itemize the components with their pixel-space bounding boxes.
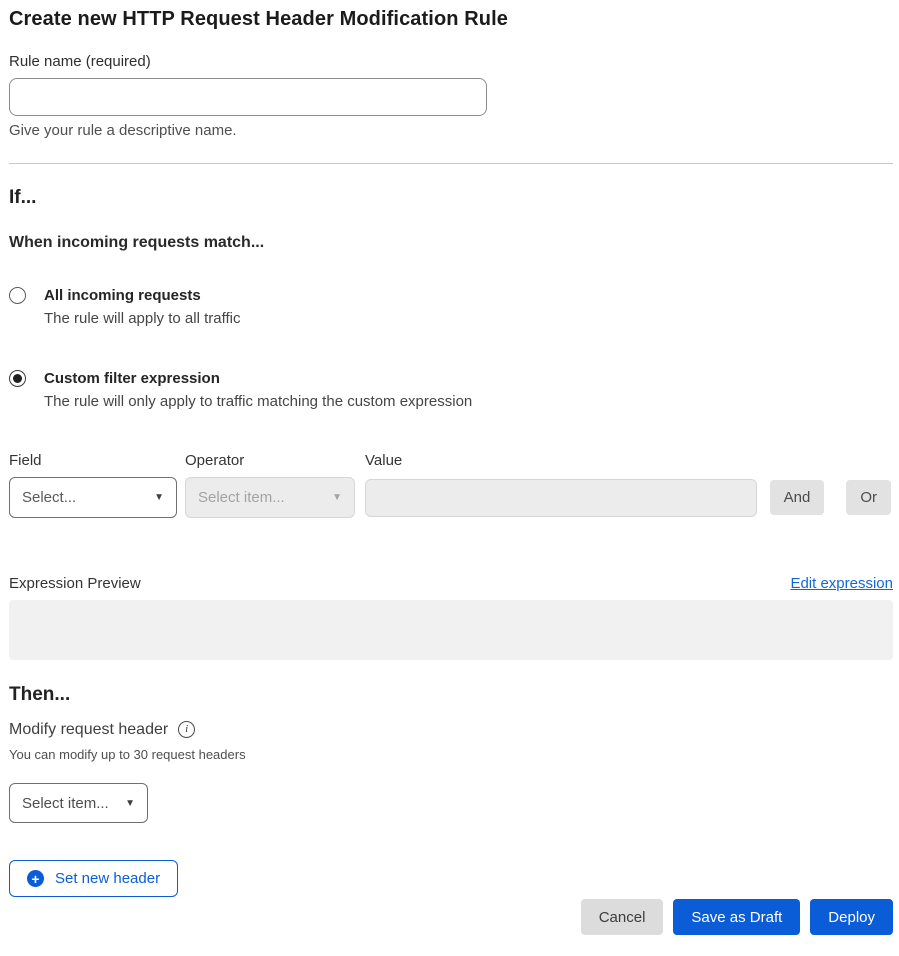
- chevron-down-icon: ▼: [154, 492, 164, 503]
- if-heading: If...: [9, 186, 893, 210]
- or-button[interactable]: Or: [846, 480, 891, 515]
- operator-select-value: Select item...: [198, 489, 285, 506]
- set-new-header-button[interactable]: + Set new header: [9, 860, 178, 897]
- modify-request-header-label: Modify request header: [9, 719, 168, 740]
- save-as-draft-button[interactable]: Save as Draft: [673, 899, 800, 935]
- edit-expression-link[interactable]: Edit expression: [790, 575, 893, 592]
- info-icon[interactable]: i: [178, 721, 195, 738]
- footer-actions: Cancel Save as Draft Deploy: [9, 899, 893, 935]
- radio-desc-custom-filter: The rule will only apply to traffic matc…: [44, 392, 472, 412]
- operator-select[interactable]: Select item... ▼: [185, 477, 355, 518]
- header-item-select[interactable]: Select item... ▼: [9, 783, 148, 823]
- radio-option-custom-filter[interactable]: Custom filter expression The rule will o…: [9, 369, 893, 412]
- chevron-down-icon: ▼: [332, 492, 342, 503]
- radio-label-all-incoming: All incoming requests: [44, 286, 240, 306]
- field-label: Field: [9, 451, 177, 470]
- radio-option-all-incoming[interactable]: All incoming requests The rule will appl…: [9, 286, 893, 329]
- cancel-button[interactable]: Cancel: [581, 899, 664, 935]
- create-rule-form: Create new HTTP Request Header Modificat…: [0, 0, 899, 935]
- field-select-value: Select...: [22, 489, 76, 506]
- value-input[interactable]: [365, 479, 757, 517]
- radio-label-custom-filter: Custom filter expression: [44, 369, 472, 389]
- section-divider: [9, 163, 893, 164]
- operator-label: Operator: [185, 451, 355, 470]
- rule-name-helper: Give your rule a descriptive name.: [9, 121, 893, 140]
- page-title: Create new HTTP Request Header Modificat…: [9, 8, 893, 31]
- radio-icon-custom-filter[interactable]: [9, 370, 26, 387]
- radio-desc-all-incoming: The rule will apply to all traffic: [44, 309, 240, 329]
- expression-builder-row: Field Select... ▼ Operator Select item..…: [9, 451, 893, 518]
- and-button[interactable]: And: [770, 480, 825, 515]
- header-item-select-value: Select item...: [22, 795, 109, 812]
- modify-helper: You can modify up to 30 request headers: [9, 747, 893, 763]
- chevron-down-icon: ▼: [125, 798, 135, 809]
- radio-icon-all-incoming[interactable]: [9, 287, 26, 304]
- deploy-button[interactable]: Deploy: [810, 899, 893, 935]
- value-label: Value: [365, 451, 757, 470]
- then-heading: Then...: [9, 683, 893, 707]
- rule-name-input[interactable]: [9, 78, 487, 116]
- match-subheading: When incoming requests match...: [9, 232, 893, 253]
- expression-preview-box: [9, 600, 893, 660]
- set-new-header-label: Set new header: [55, 870, 160, 887]
- field-select[interactable]: Select... ▼: [9, 477, 177, 518]
- rule-name-label: Rule name (required): [9, 52, 893, 71]
- expression-preview-label: Expression Preview: [9, 574, 141, 594]
- expression-preview-header: Expression Preview Edit expression: [9, 574, 893, 594]
- plus-icon: +: [27, 870, 44, 887]
